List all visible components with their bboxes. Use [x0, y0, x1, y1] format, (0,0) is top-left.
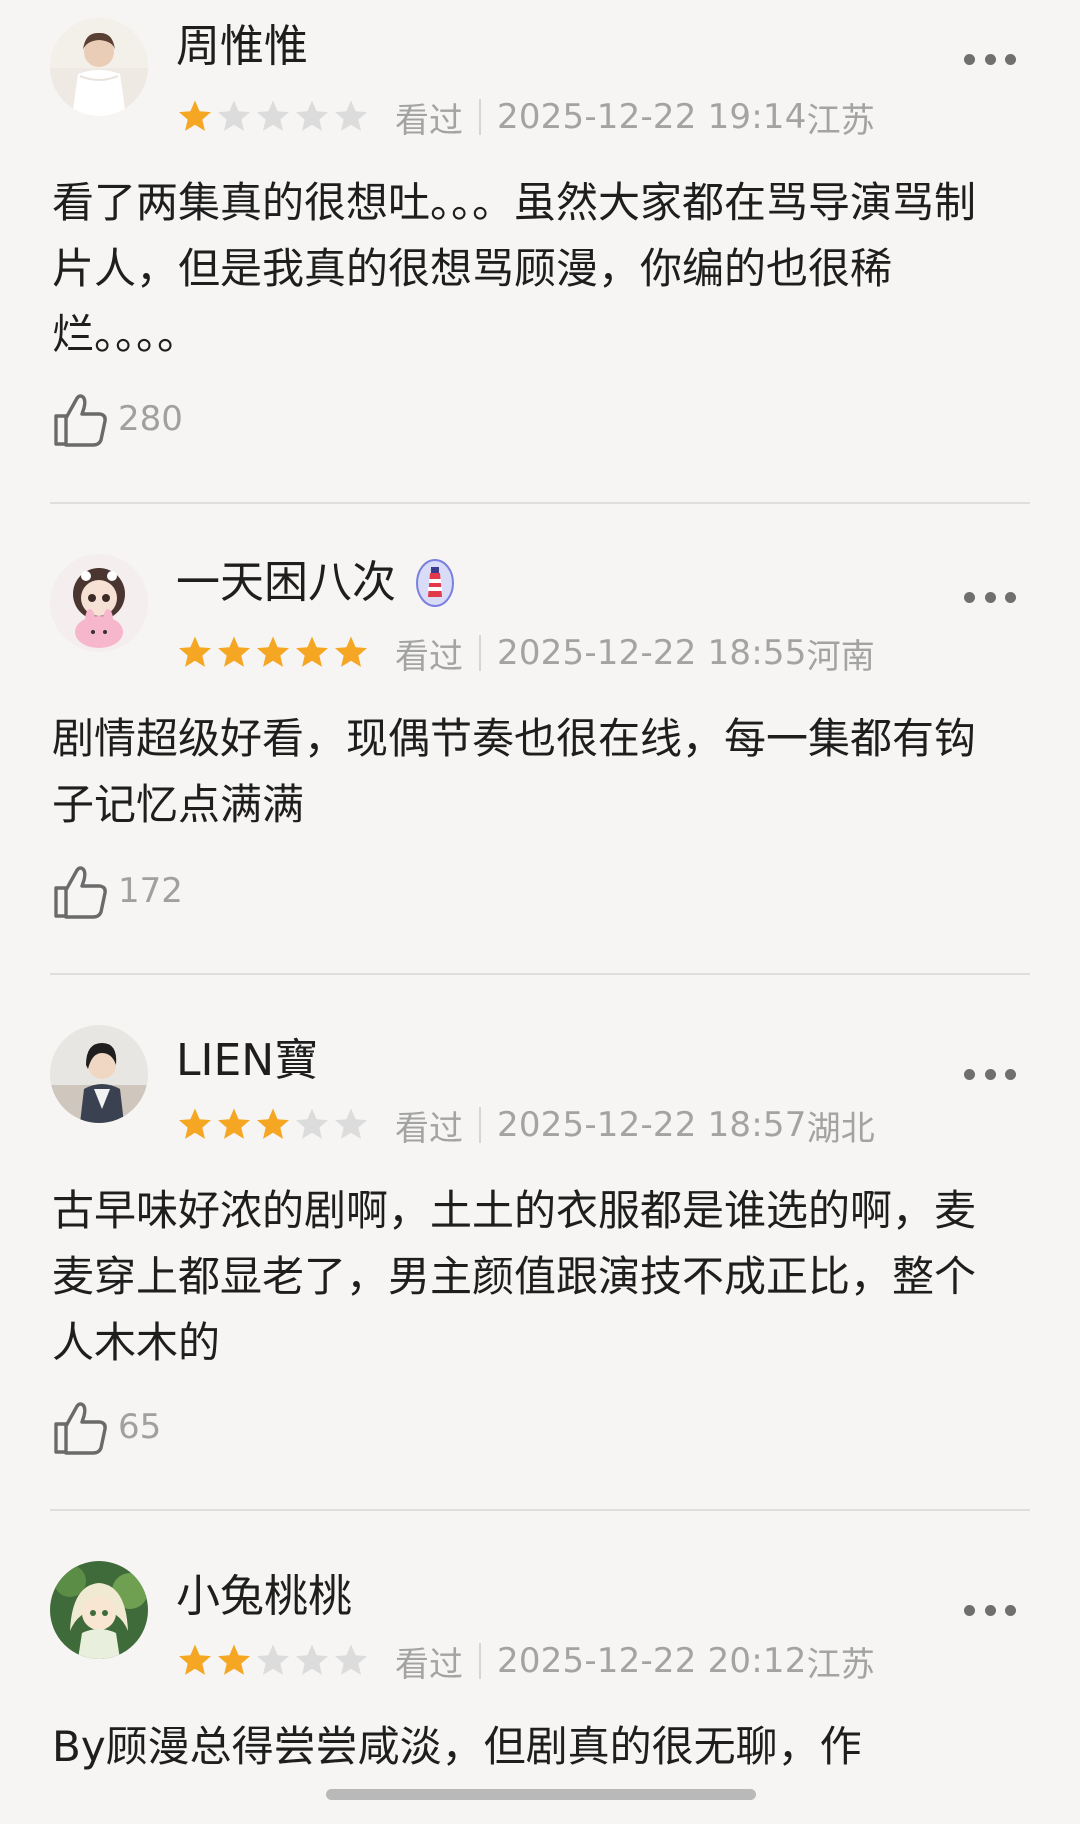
divider	[50, 502, 1030, 504]
star-empty-icon	[332, 1106, 370, 1144]
star-filled-icon	[332, 634, 370, 672]
review-meta: 看过 2025-12-22 18:55 河南	[176, 630, 875, 677]
like-button[interactable]: 280	[52, 388, 183, 450]
thumbs-up-icon	[52, 861, 110, 921]
star-empty-icon	[215, 98, 253, 136]
meta-separator	[479, 1643, 481, 1679]
star-filled-icon	[293, 634, 331, 672]
star-filled-icon	[176, 1106, 214, 1144]
meta-separator	[479, 1107, 481, 1143]
meta-separator	[479, 99, 481, 135]
watched-status: 看过	[395, 636, 463, 677]
star-filled-icon	[215, 1642, 253, 1680]
rating-stars	[176, 98, 371, 136]
star-filled-icon	[215, 1106, 253, 1144]
review-datetime: 2025-12-22 18:55	[497, 633, 807, 673]
watched-status: 看过	[395, 1644, 463, 1685]
divider	[50, 1509, 1030, 1511]
more-options-icon[interactable]	[964, 49, 1016, 69]
star-filled-icon	[254, 1106, 292, 1144]
star-filled-icon	[215, 634, 253, 672]
review-location: 江苏	[806, 100, 875, 141]
user-avatar[interactable]	[50, 1025, 148, 1123]
divider	[50, 973, 1030, 975]
star-empty-icon	[254, 98, 292, 136]
rating-stars	[176, 634, 371, 672]
user-avatar[interactable]	[50, 18, 148, 116]
user-avatar[interactable]	[50, 1561, 148, 1659]
home-indicator[interactable]	[326, 1789, 756, 1800]
username[interactable]: LIEN寶	[176, 1032, 318, 1090]
meta-separator	[479, 635, 481, 671]
rating-stars	[176, 1642, 371, 1680]
more-options-icon[interactable]	[964, 1600, 1016, 1620]
review-meta: 看过 2025-12-22 20:12 江苏	[176, 1638, 875, 1685]
username[interactable]: 一天困八次	[176, 554, 396, 612]
star-filled-icon	[254, 634, 292, 672]
thumbs-up-icon	[52, 1397, 110, 1457]
like-button[interactable]: 65	[52, 1396, 161, 1458]
watched-status: 看过	[395, 1108, 463, 1149]
like-button[interactable]: 172	[52, 860, 183, 922]
review-meta: 看过 2025-12-22 18:57 湖北	[176, 1102, 875, 1149]
review-location: 河南	[806, 636, 875, 677]
more-options-icon[interactable]	[964, 587, 1016, 607]
review-content: 古早味好浓的剧啊，土土的衣服都是谁选的啊，麦麦穿上都显老了，男主颜值跟演技不成正…	[52, 1186, 977, 1367]
username-row: 一天困八次	[176, 554, 454, 612]
star-empty-icon	[332, 1642, 370, 1680]
like-count: 172	[118, 871, 183, 911]
review-datetime: 2025-12-22 20:12	[497, 1641, 807, 1681]
more-options-icon[interactable]	[964, 1064, 1016, 1084]
review-content: 看了两集真的很想吐。。。虽然大家都在骂导演骂制片人，但是我真的很想骂顾漫，你编的…	[52, 178, 977, 359]
review-datetime: 2025-12-22 19:14	[497, 97, 807, 137]
star-empty-icon	[293, 98, 331, 136]
watched-status: 看过	[395, 100, 463, 141]
username[interactable]: 周惟惟	[176, 18, 308, 76]
review-content: By顾漫总得尝尝咸淡，但剧真的很无聊，作	[52, 1722, 862, 1771]
review-meta: 看过 2025-12-22 19:14 江苏	[176, 94, 875, 141]
thumbs-up-icon	[52, 389, 110, 449]
star-empty-icon	[332, 98, 370, 136]
like-count: 280	[118, 399, 183, 439]
review-content: 剧情超级好看，现偶节奏也很在线，每一集都有钩子记忆点满满	[52, 714, 977, 829]
rating-stars	[176, 1106, 371, 1144]
star-empty-icon	[254, 1642, 292, 1680]
star-empty-icon	[293, 1642, 331, 1680]
username[interactable]: 小兔桃桃	[176, 1568, 352, 1626]
star-empty-icon	[293, 1106, 331, 1144]
star-filled-icon	[176, 98, 214, 136]
star-filled-icon	[176, 634, 214, 672]
review-datetime: 2025-12-22 18:57	[497, 1105, 807, 1145]
review-location: 湖北	[806, 1108, 875, 1149]
star-filled-icon	[176, 1642, 214, 1680]
user-avatar[interactable]	[50, 554, 148, 652]
review-location: 江苏	[806, 1644, 875, 1685]
lighthouse-badge-icon[interactable]	[416, 559, 454, 607]
like-count: 65	[118, 1407, 162, 1447]
